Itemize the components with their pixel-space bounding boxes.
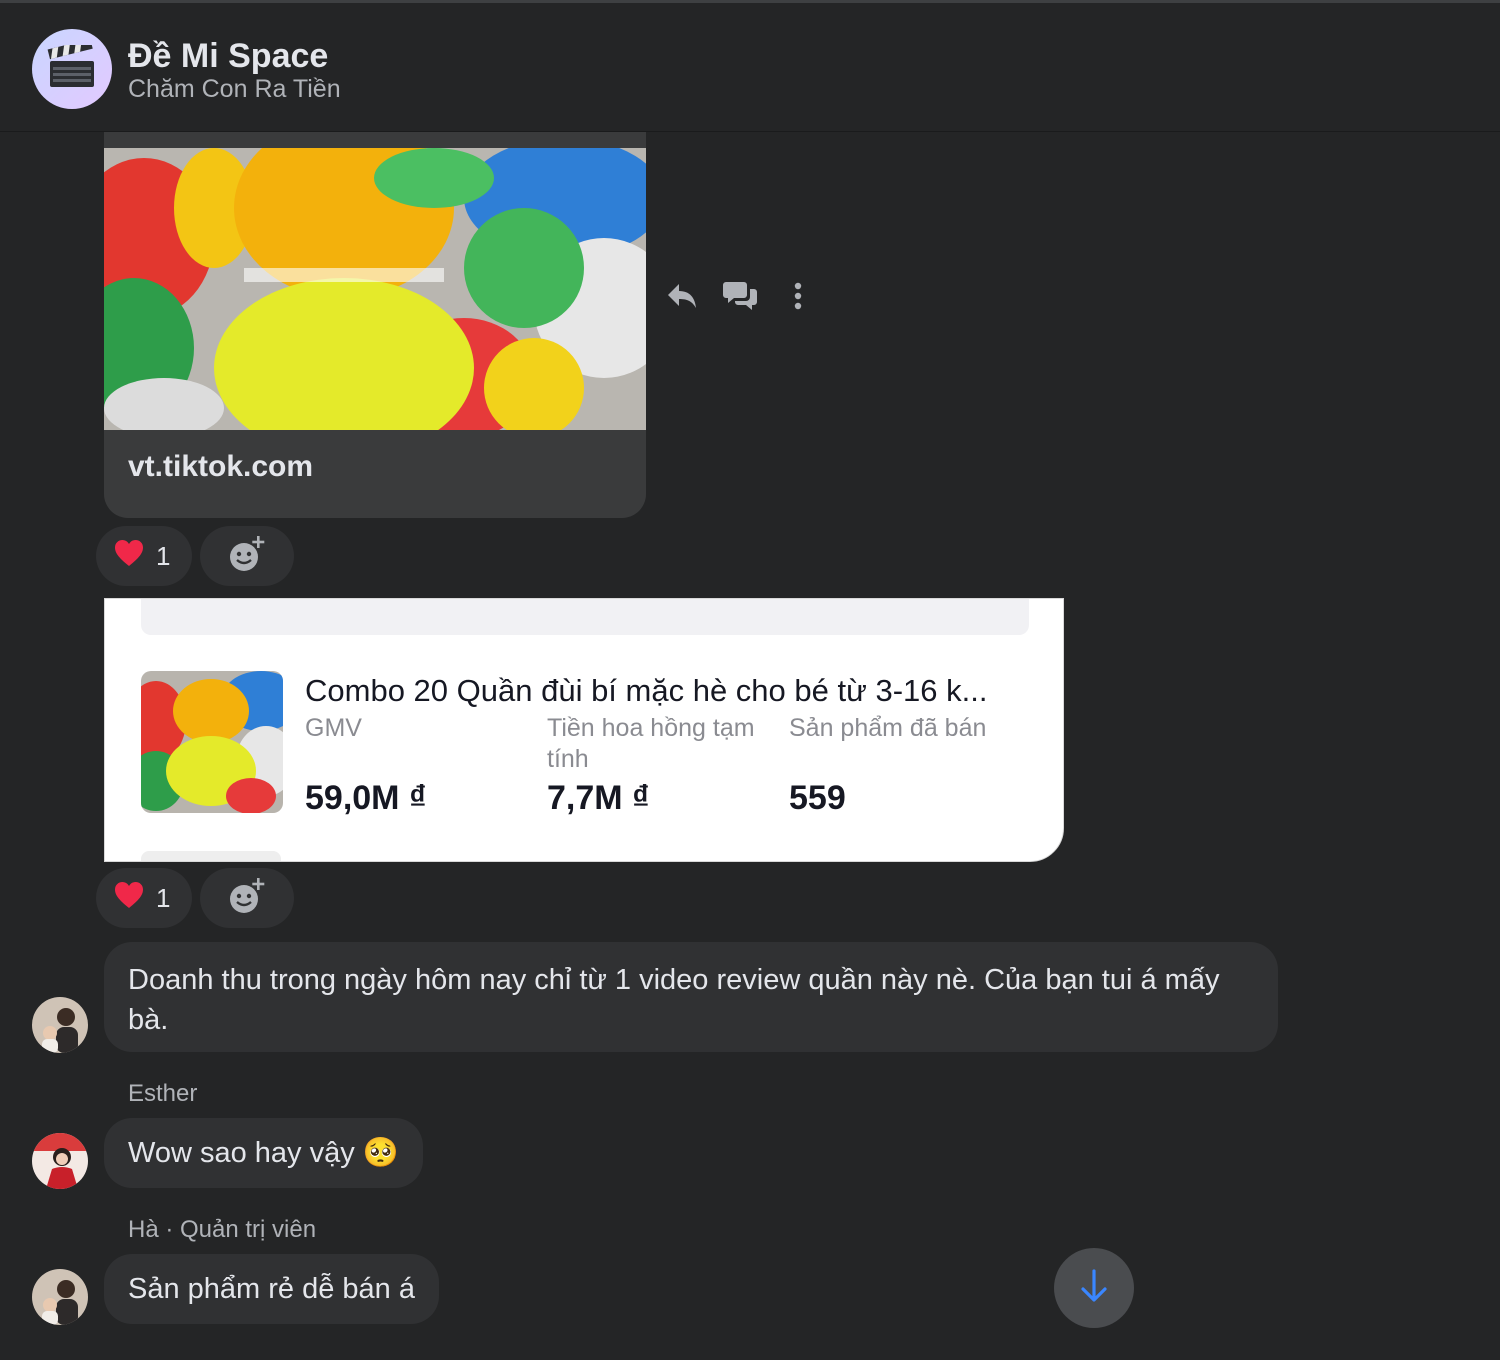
metric-value: 559 — [789, 779, 846, 817]
group-title[interactable]: Đề Mi Space — [128, 37, 328, 76]
scroll-to-bottom-button[interactable] — [1054, 1248, 1134, 1328]
link-domain[interactable]: vt.tiktok.com — [128, 450, 313, 484]
group-subtitle: Chăm Con Ra Tiền — [128, 75, 341, 103]
reaction-bar: 1 — [96, 526, 295, 586]
link-preview-image — [104, 148, 646, 430]
add-reaction-button[interactable] — [200, 868, 295, 928]
metric-label: GMV — [305, 714, 362, 742]
product-card-header — [141, 599, 1029, 635]
reply-in-thread-icon[interactable] — [722, 278, 758, 314]
sender-name[interactable]: Hà · Quản trị viên — [128, 1216, 316, 1244]
more-icon[interactable] — [780, 278, 816, 314]
add-emoji-icon — [228, 535, 266, 578]
message-list[interactable]: vt.tiktok.com 1 Combo 20 Quần đùi bí mặc… — [0, 132, 1500, 1360]
heart-reaction[interactable]: 1 — [96, 868, 193, 928]
avatar[interactable] — [32, 1133, 88, 1189]
avatar[interactable] — [32, 1269, 88, 1325]
link-preview-card[interactable]: vt.tiktok.com — [104, 132, 646, 518]
avatar[interactable] — [32, 997, 88, 1053]
add-emoji-icon — [228, 877, 266, 920]
metric-value: 7,7M ₫ — [547, 779, 650, 817]
reaction-count: 1 — [156, 882, 171, 913]
reply-icon[interactable] — [664, 278, 700, 314]
clapperboard-icon — [47, 38, 97, 94]
message-bubble[interactable]: Sản phẩm rẻ dễ bán á — [104, 1254, 439, 1324]
metric-label: Tiền hoa hồng tạm tính — [547, 714, 755, 773]
reaction-bar: 1 — [96, 868, 295, 928]
heart-reaction[interactable]: 1 — [96, 526, 193, 586]
heart-icon — [114, 539, 144, 574]
message-bubble[interactable]: Wow sao hay vậy 🥺 — [104, 1118, 423, 1188]
sender-name[interactable]: Esther — [128, 1080, 197, 1108]
message-actions — [664, 274, 816, 318]
product-title[interactable]: Combo 20 Quần đùi bí mặc hè cho bé từ 3-… — [305, 673, 1035, 709]
chat-header: Đề Mi Space Chăm Con Ra Tiền — [0, 3, 1500, 132]
metric-gmv: GMV 59,0M ₫ — [305, 713, 535, 817]
message-bubble[interactable]: Doanh thu trong ngày hôm nay chỉ từ 1 vi… — [104, 942, 1278, 1052]
metric-label: Sản phẩm đã bán — [789, 714, 987, 742]
metric-value: 59,0M ₫ — [305, 779, 427, 817]
reaction-count: 1 — [156, 540, 171, 571]
product-stats-card[interactable]: Combo 20 Quần đùi bí mặc hè cho bé từ 3-… — [104, 598, 1064, 862]
next-product-peek — [141, 851, 281, 861]
add-reaction-button[interactable] — [200, 526, 295, 586]
product-thumbnail — [141, 671, 283, 813]
heart-icon — [114, 881, 144, 916]
arrow-down-icon — [1079, 1268, 1109, 1308]
metric-commission: Tiền hoa hồng tạm tính 7,7M ₫ — [547, 713, 777, 817]
group-avatar[interactable] — [32, 29, 112, 109]
metric-items-sold: Sản phẩm đã bán 559 — [789, 713, 1029, 817]
